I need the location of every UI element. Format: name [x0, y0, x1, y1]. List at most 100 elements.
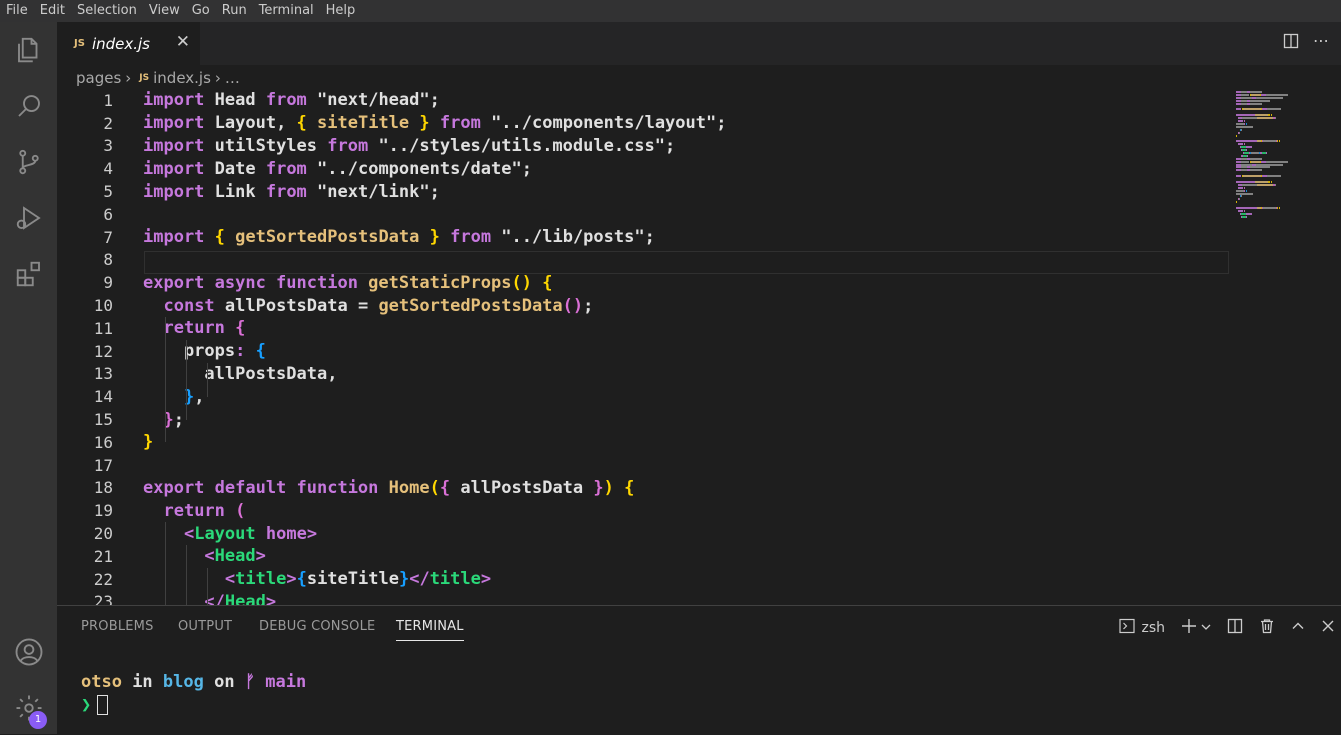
shell-name[interactable]: zsh	[1141, 620, 1165, 636]
minimap-stroke	[1244, 120, 1246, 122]
code-line[interactable]: 12 props: {	[57, 340, 1227, 363]
chevron-down-icon[interactable]	[1201, 620, 1211, 636]
extensions-icon[interactable]	[0, 249, 57, 299]
tab-problems[interactable]: PROBLEMS	[81, 619, 154, 634]
code-line[interactable]: 15 };	[57, 408, 1227, 431]
code-line[interactable]: 17	[57, 454, 1227, 477]
menu-run[interactable]: Run	[216, 0, 253, 22]
minimap-stroke	[1276, 140, 1278, 143]
menu-file[interactable]: File	[0, 0, 34, 22]
explorer-icon[interactable]	[0, 25, 57, 75]
minimap-stroke	[1281, 163, 1283, 166]
line-number: 20	[93, 524, 113, 544]
code-line[interactable]: 8	[57, 249, 1227, 272]
terminal-cursor	[97, 695, 109, 715]
minimap-stroke	[1237, 120, 1244, 122]
settings-gear-icon[interactable]	[0, 683, 57, 733]
code-line[interactable]: 2 import Layout, { siteTitle } from "../c…	[57, 112, 1227, 135]
chevron-up-icon[interactable]	[1291, 619, 1305, 637]
split-terminal-icon[interactable]	[1227, 618, 1243, 638]
minimap-stroke	[1238, 198, 1240, 201]
panel-actions: zsh	[1119, 618, 1341, 638]
close-icon[interactable]: ✕	[176, 32, 190, 52]
menu-selection[interactable]: Selection	[71, 0, 143, 22]
code-text: import utilStyles from "../styles/utils.…	[143, 135, 676, 156]
minimap-stroke	[1238, 131, 1240, 134]
code-line[interactable]: 11 return {	[57, 317, 1227, 340]
more-actions-icon[interactable]: ⋯	[1313, 33, 1329, 53]
trash-icon[interactable]	[1259, 618, 1275, 638]
minimap-stroke	[1263, 207, 1276, 209]
breadcrumb-file[interactable]: index.js	[153, 69, 211, 87]
code-text: }	[143, 432, 154, 453]
minimap-stroke	[1255, 163, 1282, 166]
code-text: import Layout, { siteTitle } from "../co…	[143, 113, 727, 134]
prompt-user: otso	[81, 672, 122, 692]
editor-actions: ⋯	[1283, 33, 1329, 53]
minimap-stroke	[1243, 108, 1262, 111]
menu-edit[interactable]: Edit	[34, 0, 71, 22]
minimap-stroke	[1236, 207, 1257, 209]
minimap-stroke	[1244, 143, 1246, 146]
code-text: allPostsData,	[143, 363, 338, 384]
minimap-stroke	[1261, 157, 1263, 160]
close-panel-icon[interactable]	[1321, 619, 1335, 637]
code-line[interactable]: 3 import utilStyles from "../styles/utils…	[57, 135, 1227, 158]
prompt-dir: blog	[162, 672, 204, 692]
tab-index-js[interactable]: JS index.js ✕	[57, 22, 200, 65]
minimap-stroke	[1236, 189, 1245, 192]
menu-help[interactable]: Help	[320, 0, 362, 22]
js-file-icon: JS	[74, 38, 85, 49]
menu-terminal[interactable]: Terminal	[253, 0, 320, 22]
code-line[interactable]: 7 import { getSortedPostsData } from "../…	[57, 226, 1227, 249]
code-editor[interactable]: 1 import Head from "next/head"; 2 import La…	[57, 89, 1341, 605]
code-line[interactable]: 5 import Link from "next/link";	[57, 180, 1227, 203]
code-line[interactable]: 10 const allPostsData = getSortedPostsDa…	[57, 294, 1227, 317]
code-line[interactable]: 9 export async function getStaticProps() …	[57, 271, 1227, 294]
code-text: return (	[163, 500, 246, 521]
code-line[interactable]: 21 <Head>	[57, 545, 1227, 568]
source-control-icon[interactable]	[0, 137, 57, 187]
minimap-stroke	[1250, 212, 1252, 215]
split-editor-icon[interactable]	[1283, 33, 1299, 53]
terminal-shell-icon[interactable]	[1119, 618, 1136, 638]
line-number: 16	[93, 432, 113, 452]
minimap-stroke	[1241, 160, 1250, 163]
tab-debug-console[interactable]: DEBUG CONSOLE	[259, 619, 375, 634]
code-line[interactable]: 18 export default function Home({ allPost…	[57, 477, 1227, 500]
menu-go[interactable]: Go	[186, 0, 216, 22]
code-line[interactable]: 23 </Head>	[57, 591, 1227, 605]
code-line[interactable]: 22 <title>{siteTitle}</title>	[57, 568, 1227, 591]
line-number: 3	[103, 136, 113, 156]
code-line[interactable]: 20 <Layout home>	[57, 522, 1227, 545]
new-terminal-icon[interactable]	[1181, 618, 1197, 638]
account-icon[interactable]	[0, 627, 57, 677]
code-line[interactable]: 14 },	[57, 385, 1227, 408]
line-number: 14	[93, 387, 113, 407]
line-number: 11	[93, 318, 113, 338]
breadcrumb-more[interactable]: …	[225, 69, 240, 87]
code-line[interactable]: 13 allPostsData,	[57, 363, 1227, 386]
code-line[interactable]: 16}	[57, 431, 1227, 454]
minimap-stroke	[1266, 151, 1268, 154]
breadcrumb-folder[interactable]: pages	[76, 69, 121, 87]
bottom-panel: PROBLEMS OUTPUT DEBUG CONSOLE TERMINAL z…	[57, 605, 1341, 735]
tab-terminal[interactable]: TERMINAL	[396, 619, 464, 641]
minimap-stroke	[1265, 160, 1287, 163]
code-line[interactable]: 6	[57, 203, 1227, 226]
minimap[interactable]	[1234, 89, 1338, 219]
search-icon[interactable]	[0, 81, 57, 131]
run-debug-icon[interactable]	[0, 193, 57, 243]
code-line[interactable]: 4 import Date from "../components/date";	[57, 157, 1227, 180]
menu-bar: File Edit Selection View Go Run Terminal…	[0, 0, 1341, 22]
code-line[interactable]: 1 import Head from "next/head";	[57, 89, 1227, 112]
menu-view[interactable]: View	[143, 0, 186, 22]
minimap-stroke	[1246, 122, 1248, 125]
terminal-input-line[interactable]: ❯	[81, 695, 109, 715]
minimap-stroke	[1261, 102, 1263, 105]
tab-label: index.js	[91, 34, 150, 53]
tab-output[interactable]: OUTPUT	[178, 619, 232, 634]
git-branch-icon: ᚠ	[244, 672, 256, 692]
code-line[interactable]: 19 return (	[57, 499, 1227, 522]
code-text: import { getSortedPostsData } from "../l…	[143, 227, 655, 248]
